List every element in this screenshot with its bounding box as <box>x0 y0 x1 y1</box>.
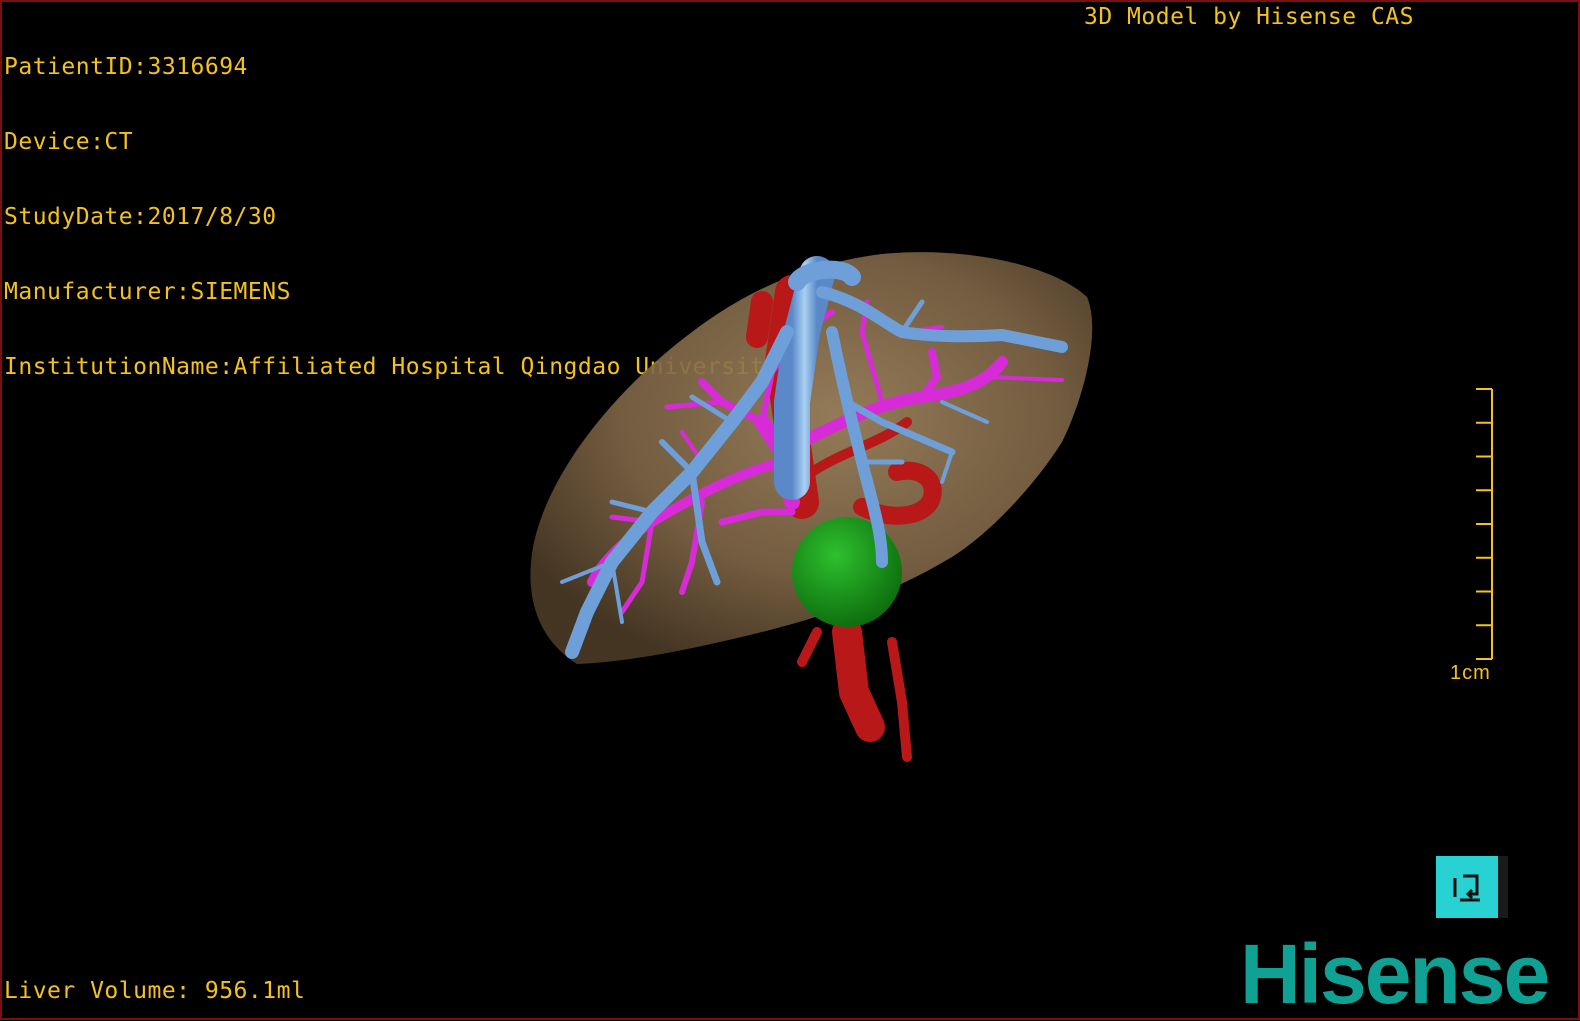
scale-ruler <box>1476 388 1493 660</box>
hisense-logo: Hisense <box>1240 927 1550 1021</box>
liver-3d-model[interactable] <box>2 2 1578 1018</box>
scale-label: 1cm <box>1450 662 1491 684</box>
reset-view-button[interactable] <box>1436 856 1508 918</box>
gallbladder <box>792 517 902 627</box>
3d-viewport[interactable]: PatientID:3316694 Device:CT StudyDate:20… <box>0 0 1580 1020</box>
reset-view-icon <box>1453 874 1480 902</box>
scale-ticks <box>1476 388 1493 660</box>
